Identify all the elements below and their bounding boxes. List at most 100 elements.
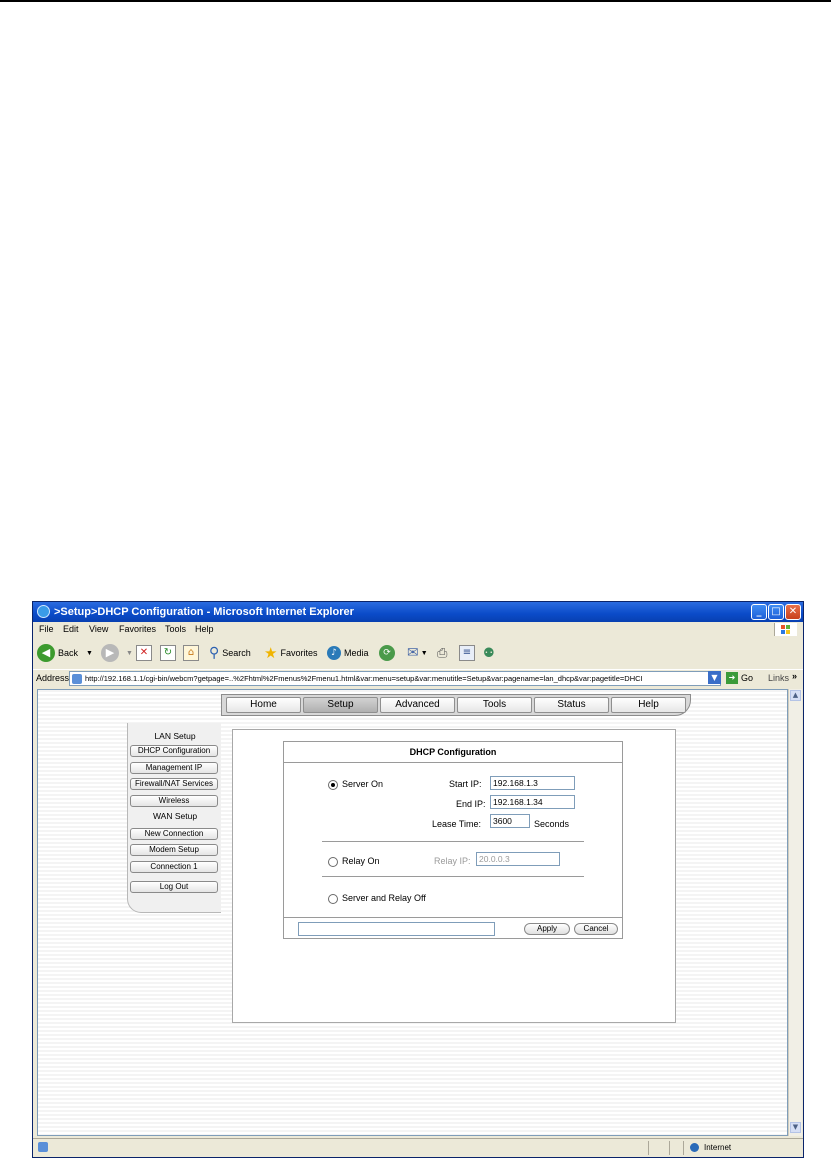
lease-time-label: Lease Time:: [432, 819, 482, 829]
internet-globe-icon: [690, 1143, 699, 1152]
mail-button[interactable]: ✉ ▼: [407, 642, 428, 664]
dhcp-panel: DHCP Configuration Server On Start IP: 1…: [283, 741, 623, 939]
page-status-icon: [38, 1142, 48, 1152]
search-label: Search: [222, 648, 251, 658]
end-ip-label: End IP:: [456, 799, 486, 809]
back-button[interactable]: ◀ Back ▼: [37, 642, 93, 664]
nav-modem-setup[interactable]: Modem Setup: [130, 844, 218, 856]
forward-button[interactable]: ▶ ▼: [101, 642, 133, 664]
mail-icon: ✉: [407, 645, 419, 661]
tab-tools[interactable]: Tools: [457, 697, 532, 713]
status-zone-segment: Internet: [683, 1141, 803, 1155]
links-button[interactable]: Links: [768, 673, 789, 683]
divider: [322, 841, 584, 842]
lease-unit-label: Seconds: [534, 819, 570, 829]
status-bar: Internet: [33, 1138, 803, 1157]
search-button[interactable]: ⚲ Search: [209, 642, 251, 664]
page-icon: [72, 674, 82, 685]
apply-button[interactable]: Apply: [524, 923, 570, 935]
favorites-star-icon: ★: [264, 644, 278, 662]
tab-advanced[interactable]: Advanced: [380, 697, 455, 713]
toolbar: ◀ Back ▼ ▶ ▼ ✕ ↻ ⌂ ⚲ Search ★ Favorites …: [33, 637, 803, 669]
menu-help[interactable]: Help: [195, 624, 214, 634]
nav-wireless[interactable]: Wireless: [130, 795, 218, 807]
mail-dropdown-icon[interactable]: ▼: [421, 650, 428, 657]
media-icon: ♪: [327, 646, 341, 660]
print-icon: ⎙: [437, 645, 448, 661]
relay-ip-input[interactable]: 20.0.0.3: [476, 852, 560, 866]
divider: [284, 917, 622, 918]
home-button[interactable]: ⌂: [183, 642, 199, 664]
media-label: Media: [344, 648, 369, 658]
nav-connection-1[interactable]: Connection 1: [130, 861, 218, 873]
go-arrow-icon[interactable]: ➜: [726, 672, 738, 684]
stop-button[interactable]: ✕: [136, 642, 152, 664]
server-on-label: Server On: [342, 779, 384, 789]
start-ip-input[interactable]: 192.168.1.3: [490, 776, 575, 790]
forward-arrow-icon: ▶: [101, 644, 119, 662]
menu-bar: File Edit View Favorites Tools Help: [33, 622, 803, 636]
media-button[interactable]: ♪ Media: [327, 642, 369, 664]
cancel-button[interactable]: Cancel: [574, 923, 618, 935]
tab-status[interactable]: Status: [534, 697, 609, 713]
refresh-button[interactable]: ↻: [160, 642, 176, 664]
panel-title: DHCP Configuration: [284, 742, 622, 763]
close-button[interactable]: ✕: [785, 604, 801, 620]
server-relay-off-label: Server and Relay Off: [342, 893, 426, 903]
home-icon: ⌂: [183, 645, 199, 661]
nav-dhcp-configuration[interactable]: DHCP Configuration: [130, 745, 218, 757]
relay-on-radio[interactable]: [328, 857, 338, 867]
zone-label: Internet: [704, 1143, 732, 1152]
menu-file[interactable]: File: [39, 624, 54, 634]
history-button[interactable]: ⟳: [379, 642, 398, 664]
go-button[interactable]: Go: [741, 673, 753, 683]
vertical-scrollbar[interactable]: ▲ ▼: [788, 689, 802, 1136]
back-arrow-icon: ◀: [37, 644, 55, 662]
messenger-button[interactable]: ⚉: [483, 642, 495, 664]
server-on-radio[interactable]: [328, 780, 338, 790]
lan-setup-heading: LAN Setup: [154, 731, 196, 741]
stop-icon: ✕: [136, 645, 152, 661]
nav-firewall-nat[interactable]: Firewall/NAT Services: [130, 778, 218, 790]
links-more-icon[interactable]: »: [792, 671, 797, 681]
tab-home[interactable]: Home: [226, 697, 301, 713]
minimize-button[interactable]: _: [751, 604, 767, 620]
scroll-up-icon[interactable]: ▲: [790, 690, 801, 701]
windows-logo-icon: [774, 623, 797, 636]
menu-tools[interactable]: Tools: [165, 624, 186, 634]
logout-button[interactable]: Log Out: [130, 881, 218, 893]
divider: [322, 876, 584, 877]
address-dropdown-icon[interactable]: ▼: [708, 671, 721, 684]
search-icon: ⚲: [209, 645, 220, 661]
forward-dropdown-icon[interactable]: ▼: [126, 650, 133, 657]
scroll-down-icon[interactable]: ▼: [790, 1122, 801, 1133]
edit-button[interactable]: ≡: [459, 642, 475, 664]
ie-window: >Setup>DHCP Configuration - Microsoft In…: [32, 601, 804, 1158]
wan-setup-heading: WAN Setup: [152, 811, 198, 821]
page-top-rule: [0, 0, 831, 2]
ie-logo-icon: [37, 605, 50, 618]
nav-management-ip[interactable]: Management IP: [130, 762, 218, 774]
favorites-button[interactable]: ★ Favorites: [264, 642, 317, 664]
tab-help[interactable]: Help: [611, 697, 686, 713]
print-button[interactable]: ⎙: [437, 642, 447, 664]
address-bar: Address http://192.168.1.1/cgi-bin/webcm…: [33, 669, 803, 688]
menu-edit[interactable]: Edit: [63, 624, 79, 634]
nav-new-connection[interactable]: New Connection: [130, 828, 218, 840]
status-segment: [648, 1141, 669, 1155]
messenger-icon: ⚉: [483, 645, 495, 661]
history-icon: ⟳: [379, 645, 395, 661]
tab-setup[interactable]: Setup: [303, 697, 378, 713]
refresh-icon: ↻: [160, 645, 176, 661]
end-ip-input[interactable]: 192.168.1.34: [490, 795, 575, 809]
menu-view[interactable]: View: [89, 624, 108, 634]
server-relay-off-radio[interactable]: [328, 894, 338, 904]
lease-time-input[interactable]: 3600: [490, 814, 530, 828]
maximize-button[interactable]: □: [768, 604, 784, 620]
address-input[interactable]: http://192.168.1.1/cgi-bin/webcm?getpage…: [69, 671, 721, 686]
status-message-field: [298, 922, 495, 936]
back-dropdown-icon[interactable]: ▼: [86, 650, 93, 657]
content-area: DHCP Configuration Server On Start IP: 1…: [232, 729, 676, 1023]
menu-favorites[interactable]: Favorites: [119, 624, 156, 634]
window-title: >Setup>DHCP Configuration - Microsoft In…: [54, 606, 354, 618]
